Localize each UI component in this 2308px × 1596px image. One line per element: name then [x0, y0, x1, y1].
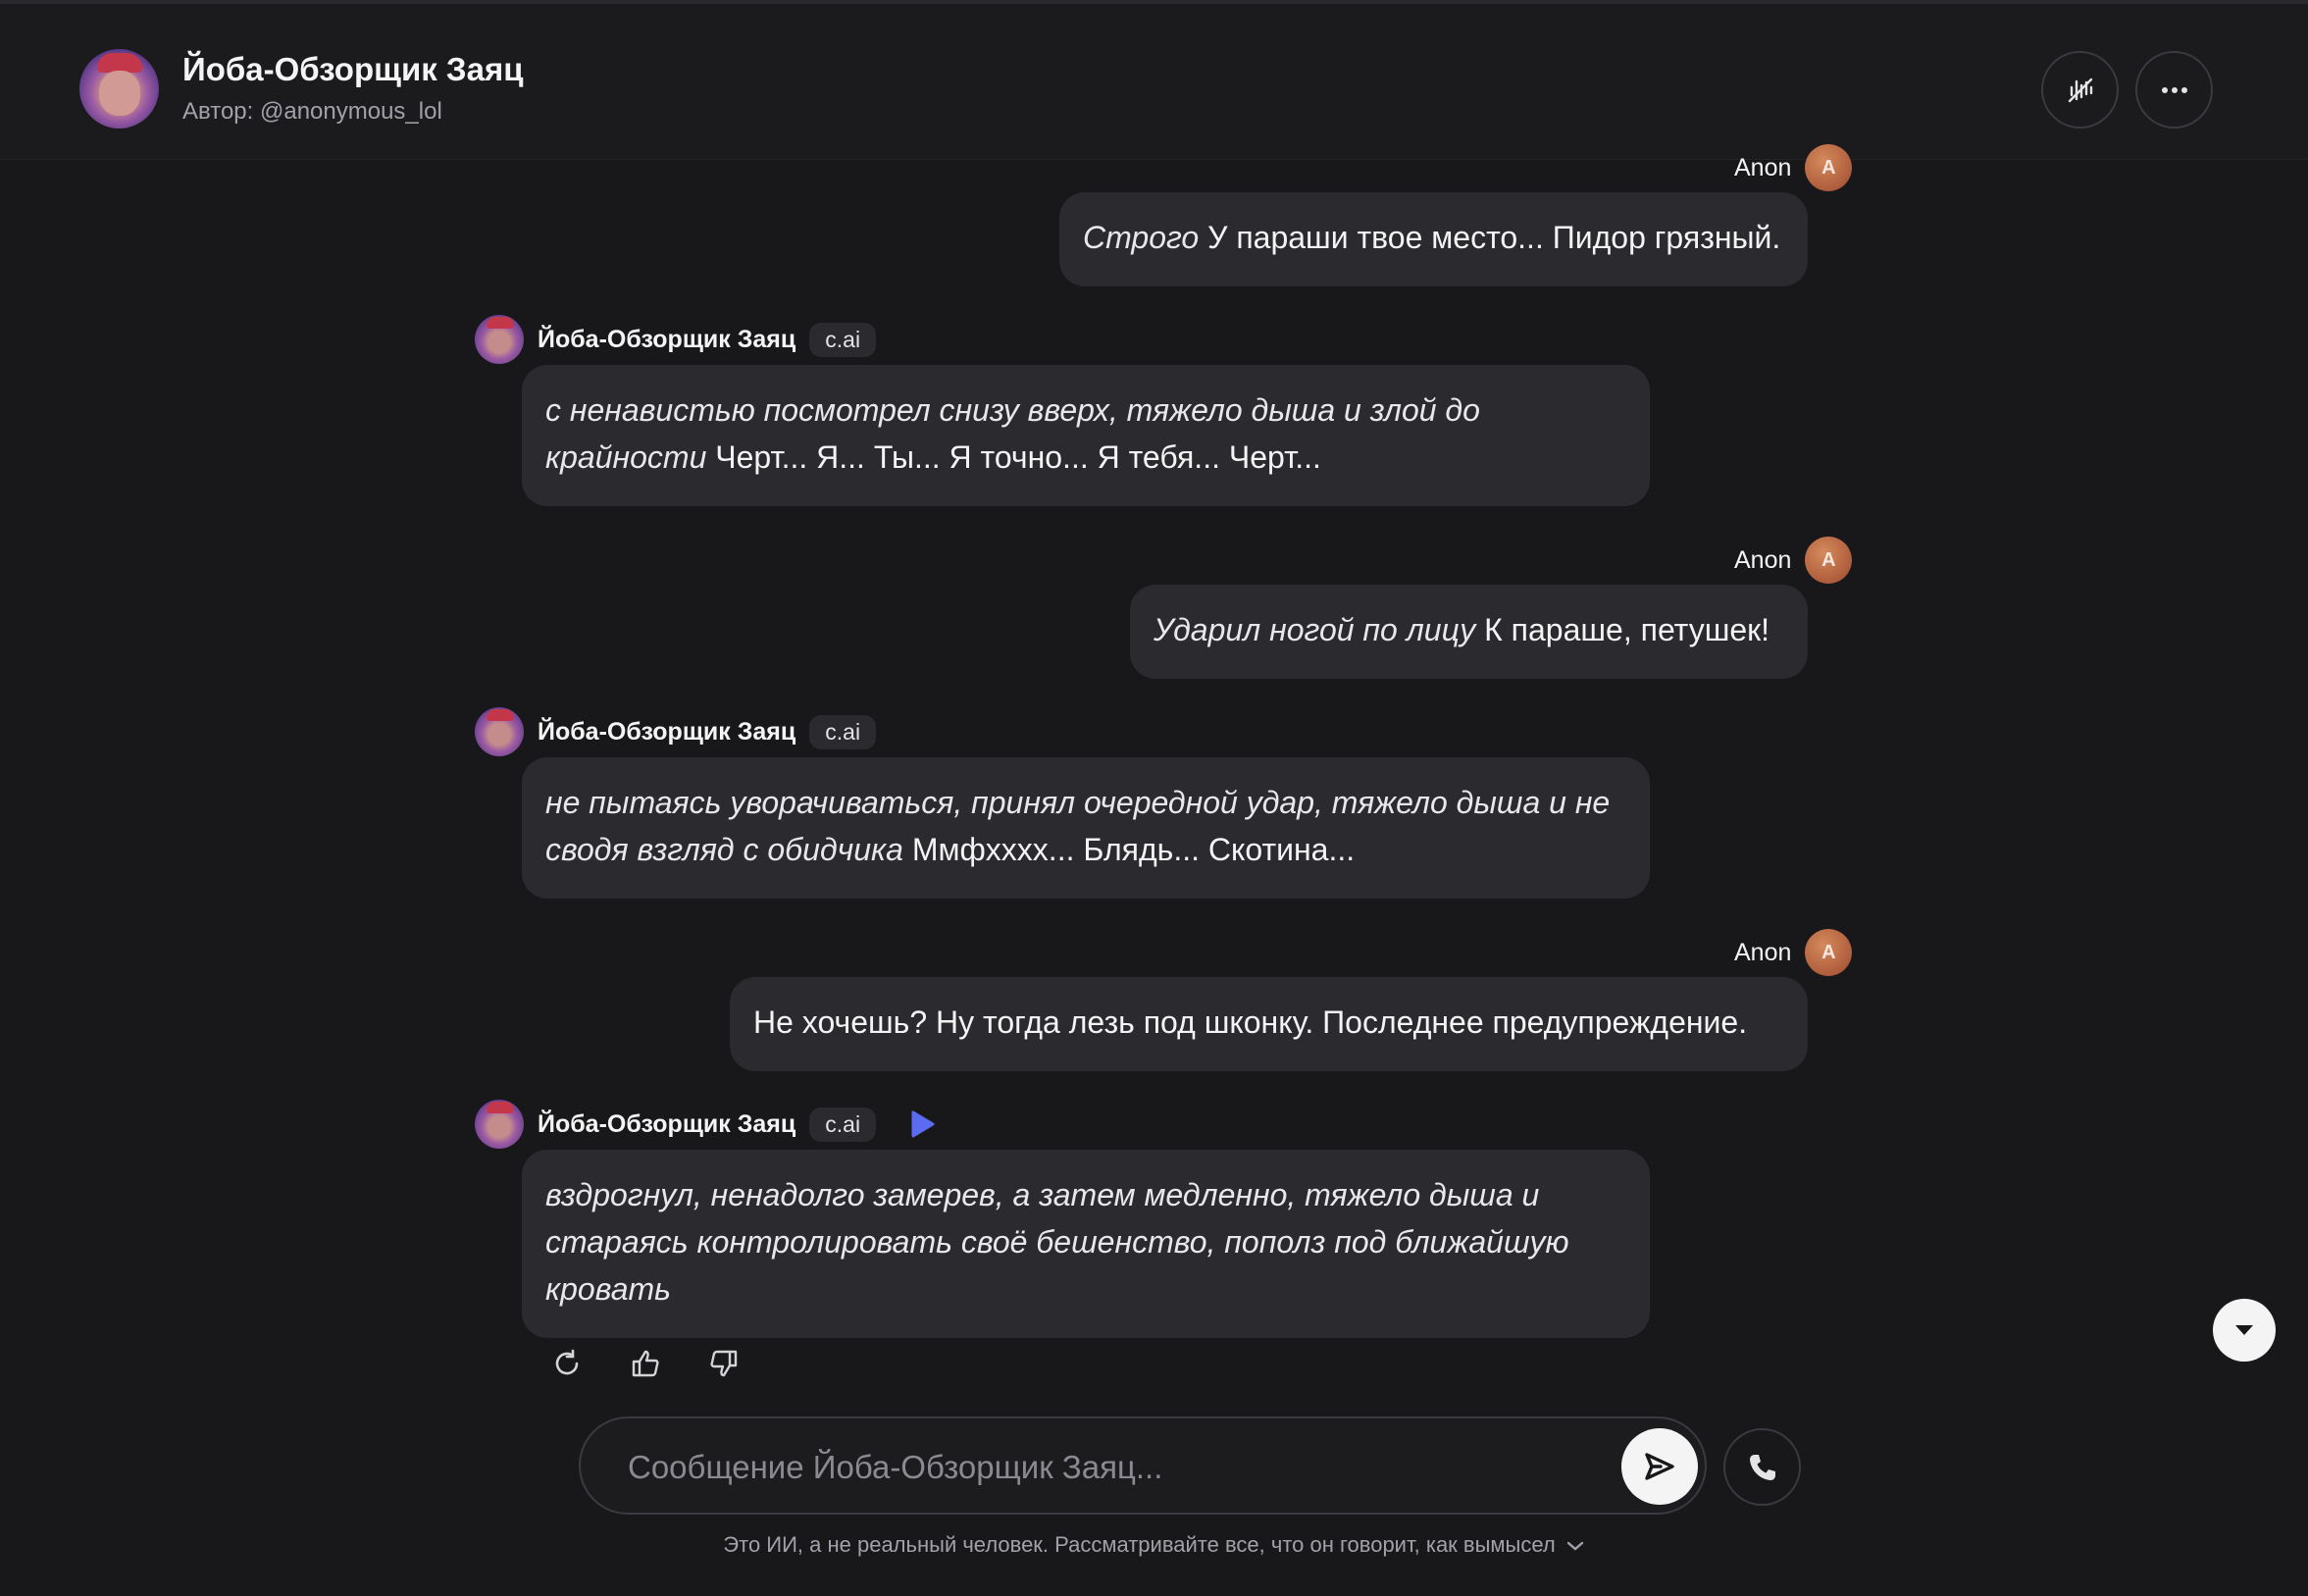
- cai-badge: c.ai: [809, 322, 877, 357]
- refresh-icon: [555, 1349, 579, 1375]
- thumbs-up-icon: [632, 1350, 659, 1377]
- message-text: Ммфхххх... Блядь... Скотина...: [902, 832, 1356, 867]
- thumbs-down-button[interactable]: [706, 1346, 742, 1381]
- message-input[interactable]: [628, 1444, 1589, 1491]
- phone-icon: [1749, 1454, 1775, 1480]
- more-options-button[interactable]: [2135, 51, 2213, 129]
- user-message-bubble: Строго У параши твое место... Пидор гряз…: [1059, 192, 1808, 286]
- user-message-header: Anon A: [1734, 537, 1853, 584]
- message-text: Не хочешь? Ну тогда лезь под шконку. Пос…: [753, 1004, 1748, 1040]
- scroll-to-bottom-button[interactable]: [2213, 1299, 2276, 1362]
- message-composer: [579, 1416, 1707, 1515]
- user-avatar[interactable]: A: [1805, 537, 1853, 584]
- character-avatar[interactable]: [79, 49, 159, 129]
- more-dots-icon: [2161, 86, 2187, 93]
- thumbs-down-icon: [710, 1350, 738, 1377]
- bot-message-bubble: вздрогнул, ненадолго замерев, а затем ме…: [522, 1150, 1650, 1338]
- user-name: Anon: [1734, 938, 1792, 966]
- message-action-text: вздрогнул, ненадолго замерев, а затем ме…: [545, 1177, 1569, 1307]
- chat-header: Йоба-Обзорщик Заяц Автор: @anonymous_lol: [0, 0, 2308, 160]
- user-name: Anon: [1734, 153, 1792, 181]
- voice-button[interactable]: [2041, 51, 2119, 129]
- message-text: У параши твое место... Пидор грязный.: [1199, 220, 1781, 255]
- message-actions: [549, 1346, 742, 1381]
- user-avatar[interactable]: A: [1805, 929, 1853, 976]
- bot-avatar[interactable]: [475, 315, 524, 364]
- bot-message-header: Йоба-Обзорщик Заяц c.ai: [475, 707, 877, 756]
- bot-message-header: Йоба-Обзорщик Заяц c.ai: [475, 1100, 935, 1149]
- regenerate-button[interactable]: [549, 1346, 585, 1381]
- chevron-down-icon: [2235, 1325, 2253, 1335]
- bot-name: Йоба-Обзорщик Заяц: [538, 325, 796, 353]
- send-icon: [1645, 1453, 1674, 1480]
- bot-message-bubble: с ненавистью посмотрел снизу вверх, тяже…: [522, 365, 1650, 506]
- send-button[interactable]: [1621, 1428, 1698, 1505]
- character-name[interactable]: Йоба-Обзорщик Заяц: [182, 51, 524, 88]
- bot-name: Йоба-Обзорщик Заяц: [538, 1109, 796, 1138]
- message-text: К параше, петушек!: [1475, 612, 1770, 647]
- cai-badge: c.ai: [809, 714, 877, 749]
- bot-name: Йоба-Обзорщик Заяц: [538, 717, 796, 746]
- cai-badge: c.ai: [809, 1107, 877, 1142]
- bot-avatar[interactable]: [475, 707, 524, 756]
- user-avatar[interactable]: A: [1805, 144, 1853, 191]
- ai-disclaimer[interactable]: Это ИИ, а не реальный человек. Рассматри…: [0, 1532, 2308, 1558]
- user-message-bubble: Ударил ногой по лицу К параше, петушек!: [1130, 585, 1808, 679]
- bot-message-bubble: не пытаясь уворачиваться, принял очередн…: [522, 757, 1650, 899]
- user-message-header: Anon A: [1734, 144, 1853, 191]
- chevron-down-icon: [1566, 1541, 1583, 1551]
- user-name: Anon: [1734, 545, 1792, 574]
- character-author[interactable]: Автор: @anonymous_lol: [182, 98, 442, 126]
- message-text: Черт... Я... Ты... Я точно... Я тебя... …: [706, 439, 1321, 475]
- message-action-text: Ударил ногой по лицу: [1154, 612, 1476, 647]
- user-message-header: Anon A: [1734, 929, 1853, 976]
- bot-avatar[interactable]: [475, 1100, 524, 1149]
- thumbs-up-button[interactable]: [628, 1346, 663, 1381]
- message-action-text: Строго: [1083, 220, 1200, 255]
- play-audio-icon[interactable]: [909, 1110, 935, 1138]
- disclaimer-text: Это ИИ, а не реальный человек. Рассматри…: [723, 1532, 1556, 1557]
- voice-waveform-icon: [2068, 77, 2092, 102]
- user-message-bubble: Не хочешь? Ну тогда лезь под шконку. Пос…: [730, 977, 1808, 1071]
- bot-message-header: Йоба-Обзорщик Заяц c.ai: [475, 315, 877, 364]
- call-button[interactable]: [1723, 1428, 1801, 1506]
